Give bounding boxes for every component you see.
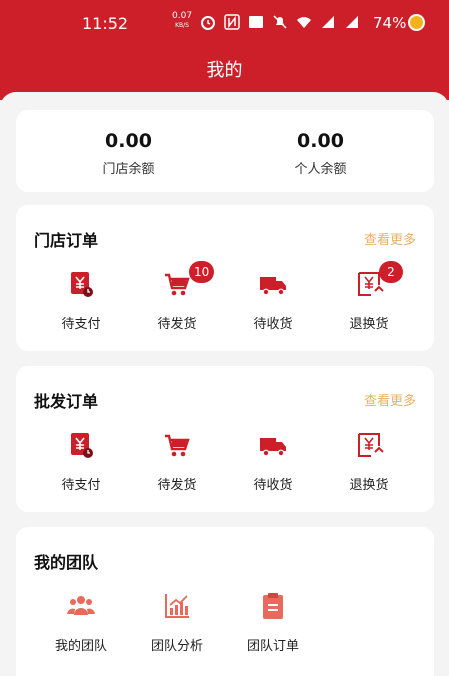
wholesale-orders-grid: 待支付 待发货 待收货 退换货	[16, 426, 434, 506]
signal-4g-icon	[322, 16, 334, 28]
cart-icon	[165, 273, 190, 296]
my-team-card: 我的团队 我的团队 团队分析 团队订单	[16, 527, 434, 676]
wholesale-orders-title: 批发订单	[34, 392, 99, 411]
team-item-label: 我的团队	[54, 639, 107, 654]
status-bar: 11:52 0.07 KB/S 74%	[0, 8, 449, 36]
personal-balance[interactable]: 0.00 个人余额	[216, 130, 425, 177]
wholesale-orders-more-link[interactable]: 查看更多	[364, 390, 416, 409]
clipboard-icon	[263, 593, 283, 619]
store-order-label: 待发货	[157, 317, 197, 332]
store-order-label: 待收货	[253, 317, 293, 332]
signal-5g-icon	[346, 16, 358, 28]
store-order-returns[interactable]: 退换货 2	[321, 261, 417, 332]
store-balance[interactable]: 0.00 门店余额	[24, 130, 233, 177]
team-orders[interactable]: 团队订单	[225, 591, 321, 654]
return-icon	[358, 433, 384, 457]
wholesale-order-returns[interactable]: 退换货	[321, 430, 417, 493]
store-orders-title: 门店订单	[34, 231, 99, 250]
store-order-to-ship[interactable]: 待发货 10	[129, 261, 225, 332]
status-icons	[200, 14, 360, 30]
store-balance-amount: 0.00	[105, 130, 152, 152]
personal-balance-label: 个人余额	[294, 162, 347, 177]
wholesale-order-to-ship[interactable]: 待发货	[129, 430, 225, 493]
net-speed-value: 0.07	[172, 11, 193, 21]
wholesale-orders-card: 批发订单 查看更多 待支付 待发货 待收货 退换货	[16, 366, 434, 512]
wifi-icon	[297, 17, 311, 28]
store-orders-more-link[interactable]: 查看更多	[364, 229, 416, 248]
net-speed-unit: KB/S	[175, 22, 189, 29]
truck-icon	[260, 438, 286, 457]
personal-balance-amount: 0.00	[297, 130, 344, 152]
cart-icon	[165, 434, 190, 457]
wholesale-order-pending-payment[interactable]: 待支付	[33, 430, 129, 493]
app-header: 11:52 0.07 KB/S 74% 我的	[0, 0, 449, 100]
mute-icon	[273, 15, 287, 29]
battery-saver-icon	[408, 14, 425, 31]
battery-level: 74%	[373, 14, 407, 32]
status-time: 11:52	[82, 14, 129, 33]
my-team-title: 我的团队	[34, 553, 99, 572]
returns-count-badge: 2	[379, 261, 403, 283]
page-title: 我的	[206, 60, 243, 81]
team-item-label: 团队订单	[246, 639, 299, 654]
pending-payment-icon	[71, 272, 93, 297]
truck-icon	[260, 277, 286, 296]
store-order-to-receive[interactable]: 待收货	[225, 269, 321, 332]
team-item-label: 团队分析	[150, 639, 203, 654]
wholesale-order-label: 退换货	[349, 478, 389, 493]
team-analysis[interactable]: 团队分析	[129, 591, 225, 654]
my-team-grid: 我的团队 团队分析 团队订单	[16, 587, 434, 667]
team-icon	[67, 596, 95, 615]
balance-card: 0.00 门店余额 0.00 个人余额	[16, 110, 434, 192]
team-members[interactable]: 我的团队	[33, 591, 129, 654]
wholesale-order-to-receive[interactable]: 待收货	[225, 430, 321, 493]
store-orders-grid: 待支付 待发货 10 待收货 退换货 2	[16, 261, 434, 345]
chart-icon	[165, 594, 189, 618]
store-order-label: 退换货	[349, 317, 389, 332]
store-balance-label: 门店余额	[102, 162, 155, 177]
to-ship-count-badge: 10	[189, 261, 215, 283]
store-order-label: 待支付	[61, 317, 101, 332]
wholesale-order-label: 待支付	[61, 478, 101, 493]
pending-payment-icon	[71, 433, 93, 458]
store-orders-card: 门店订单 查看更多 待支付 待发货 10 待收货 退换货 2	[16, 205, 434, 351]
volte-icon	[249, 16, 263, 28]
wholesale-order-label: 待收货	[253, 478, 293, 493]
alarm-icon	[201, 16, 215, 30]
wholesale-order-label: 待发货	[157, 478, 197, 493]
store-order-pending-payment[interactable]: 待支付	[33, 269, 129, 332]
net-speed: 0.07 KB/S	[172, 12, 192, 30]
nfc-icon	[224, 14, 240, 30]
